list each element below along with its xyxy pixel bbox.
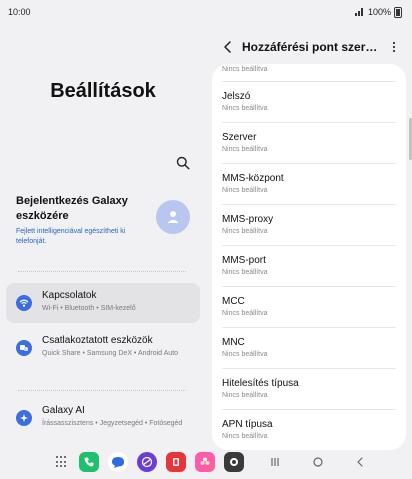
- person-icon: [167, 211, 179, 223]
- row-title: MMS-központ: [222, 173, 284, 184]
- camera-app-icon[interactable]: [224, 452, 244, 472]
- battery-icon: [394, 6, 402, 18]
- row-title: MNC: [222, 337, 245, 348]
- search-button[interactable]: [176, 156, 194, 174]
- galaxy-account-signin[interactable]: Bejelentkezés Galaxy eszközére Fejlett i…: [16, 194, 194, 254]
- home-icon: [313, 457, 323, 467]
- row-title: Jelszó: [222, 91, 251, 102]
- taskbar: [0, 448, 412, 479]
- settings-item-connected-devices[interactable]: Csatlakoztatott eszközök Quick Share • S…: [6, 328, 200, 378]
- row-value: Nincs beállítva: [222, 105, 268, 112]
- recents-button[interactable]: [267, 454, 283, 470]
- list-item-mms-port[interactable]: MMS-port Nincs beállítva: [222, 246, 396, 287]
- row-value: Nincs beállítva: [222, 187, 268, 194]
- wifi-icon: [16, 295, 32, 311]
- row-title: MMS-port: [222, 255, 266, 266]
- recents-icon: [271, 458, 279, 466]
- settings-item-title: Kapcsolatok: [42, 290, 97, 301]
- browser-app-icon[interactable]: [137, 452, 157, 472]
- settings-item-subtitle: Írássasszisztens • Jegyzetsegéd • Fotóse…: [42, 420, 183, 427]
- settings-item-title: Galaxy AI: [42, 405, 85, 416]
- divider: [18, 271, 186, 272]
- row-title: MMS-proxy: [222, 214, 274, 225]
- devices-icon: [16, 340, 32, 356]
- row-title: Hitelesítés típusa: [222, 378, 299, 389]
- row-value: Nincs beállítva: [222, 433, 268, 440]
- settings-pane: Beállítások Bejelentkezés Galaxy eszközé…: [0, 24, 206, 444]
- store-app-icon[interactable]: [166, 452, 186, 472]
- settings-item-connections[interactable]: Kapcsolatok Wi-Fi • Bluetooth • SIM-keze…: [6, 283, 200, 323]
- apn-header: Hozzáférési pont szer…: [212, 36, 412, 58]
- row-value: Nincs beállítva: [222, 269, 268, 276]
- row-title: APN típusa: [222, 419, 273, 430]
- page-title: Beállítások: [50, 80, 156, 102]
- list-item-auth-type[interactable]: Hitelesítés típusa Nincs beállítva: [222, 369, 396, 410]
- status-time: 10:00: [8, 7, 31, 17]
- settings-item-subtitle: Quick Share • Samsung DeX • Android Auto: [42, 350, 179, 357]
- row-value: Nincs beállítva: [222, 146, 268, 153]
- gallery-app-icon[interactable]: [195, 452, 215, 472]
- list-item-mcc[interactable]: MCC Nincs beállítva: [222, 287, 396, 328]
- battery-percent: 100%: [367, 7, 391, 17]
- more-options-button[interactable]: [386, 37, 402, 57]
- divider: [18, 390, 186, 391]
- home-button[interactable]: [310, 454, 326, 470]
- row-value: Nincs beállítva: [222, 392, 268, 399]
- apn-settings-list: Nincs beállítva Jelszó Nincs beállítva S…: [212, 64, 406, 450]
- messages-app-icon[interactable]: [108, 452, 128, 472]
- list-item-server[interactable]: Szerver Nincs beállítva: [222, 123, 396, 164]
- chevron-left-icon: [224, 41, 231, 53]
- status-bar: 10:00 100%: [0, 0, 412, 24]
- row-value: Nincs beállítva: [222, 66, 268, 73]
- row-title: MCC: [222, 296, 245, 307]
- apn-title: Hozzáférési pont szer…: [242, 40, 378, 54]
- settings-item-title: Csatlakoztatott eszközök: [42, 335, 153, 346]
- row-title: Szerver: [222, 132, 257, 143]
- row-value: Nincs beállítva: [222, 351, 268, 358]
- row-value: Nincs beállítva: [222, 228, 268, 235]
- list-item-apn-type[interactable]: APN típusa Nincs beállítva: [222, 410, 396, 450]
- settings-item-subtitle: Wi-Fi • Bluetooth • SIM-kezelő: [42, 305, 136, 312]
- app-drawer-icon[interactable]: [56, 456, 68, 468]
- back-button[interactable]: [218, 37, 238, 57]
- list-item[interactable]: Nincs beállítva: [222, 64, 396, 82]
- signal-icon: [354, 8, 365, 16]
- account-title: Bejelentkezés Galaxy eszközére: [16, 195, 128, 222]
- list-item-mms-proxy[interactable]: MMS-proxy Nincs beállítva: [222, 205, 396, 246]
- list-item-mnc[interactable]: MNC Nincs beállítva: [222, 328, 396, 369]
- nav-back-button[interactable]: [352, 454, 368, 470]
- settings-item-galaxy-ai[interactable]: Galaxy AI Írássasszisztens • Jegyzetsegé…: [6, 398, 200, 444]
- back-arrow-icon: [357, 457, 363, 467]
- phone-app-icon[interactable]: [79, 452, 99, 472]
- list-item-password[interactable]: Jelszó Nincs beállítva: [222, 82, 396, 123]
- row-value: Nincs beállítva: [222, 310, 268, 317]
- more-vertical-icon: [392, 41, 396, 53]
- galaxy-ai-icon: [16, 410, 32, 426]
- avatar: [156, 200, 190, 234]
- search-icon: [176, 156, 190, 170]
- list-item-mmsc[interactable]: MMS-központ Nincs beállítva: [222, 164, 396, 205]
- account-subtitle: Fejlett intelligenciával egészítheti ki …: [16, 228, 126, 245]
